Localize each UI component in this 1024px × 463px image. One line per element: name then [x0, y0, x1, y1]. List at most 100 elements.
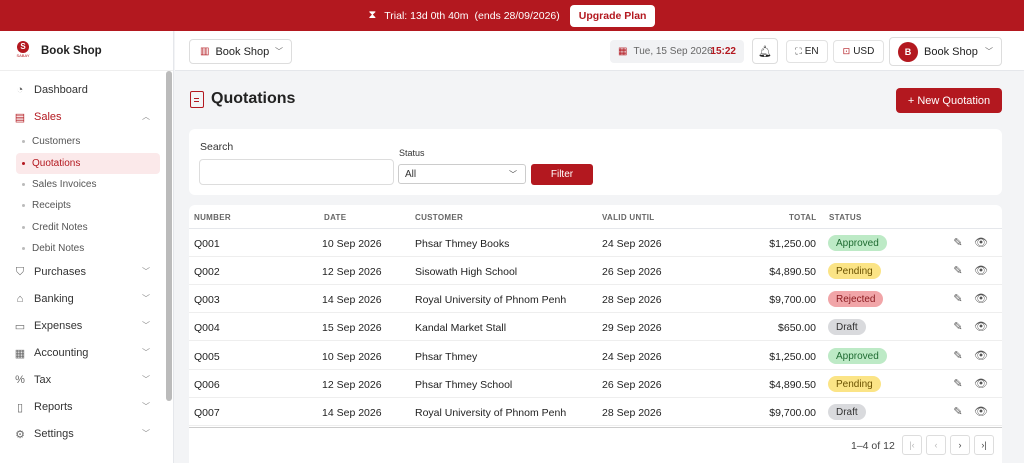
notifications-button[interactable]: 🔔︎: [752, 38, 778, 64]
status-badge: Approved: [828, 235, 887, 251]
hourglass-icon: ⧗: [368, 9, 377, 21]
percent-icon: %: [15, 374, 25, 386]
document-icon: [190, 90, 204, 108]
sidebar-sub-quotations[interactable]: Quotations: [16, 153, 160, 174]
sidebar-item-reports[interactable]: ▯ Reports ﹀: [6, 396, 160, 418]
sidebar-item-purchases[interactable]: ⛉ Purchases ﹀: [6, 261, 160, 283]
view-icon[interactable]: 👁︎: [974, 291, 988, 305]
quotations-table: NUMBER DATE CUSTOMER VALID UNTIL TOTAL S…: [189, 205, 1002, 463]
sidebar-item-sales[interactable]: ▤ Sales ︿: [6, 106, 160, 128]
last-page-button[interactable]: ›|: [974, 435, 994, 455]
new-quotation-button[interactable]: + New Quotation: [896, 88, 1002, 113]
store-icon: ▥: [200, 46, 210, 57]
status-badge: Draft: [828, 404, 866, 420]
col-status[interactable]: STATUS: [829, 213, 862, 222]
filter-panel: Search Status All ﹀ Filter: [189, 129, 1002, 195]
status-badge: Draft: [828, 319, 866, 335]
sidebar-sub-sales-invoices[interactable]: Sales Invoices: [16, 174, 160, 195]
page-title: Quotations: [190, 90, 295, 108]
prev-page-button[interactable]: ‹: [926, 435, 946, 455]
chevron-down-icon: ﹀: [142, 348, 150, 357]
currency-selector[interactable]: ⊡ USD: [833, 40, 884, 63]
status-badge: Approved: [828, 348, 887, 364]
dashboard-icon: ◔: [16, 84, 24, 96]
view-icon[interactable]: 👁︎: [974, 235, 988, 249]
sidebar-sub-receipts[interactable]: Receipts: [16, 195, 160, 216]
status-badge: Pending: [828, 376, 881, 392]
status-select[interactable]: All ﹀: [398, 164, 526, 184]
sidebar-item-dashboard[interactable]: ◔ Dashboard: [6, 79, 160, 101]
user-name: Book Shop: [924, 45, 978, 58]
language-selector[interactable]: ⛶ EN: [786, 40, 828, 63]
table-row[interactable]: Q006 12 Sep 2026 Phsar Thmey School 26 S…: [189, 370, 1002, 398]
first-page-button[interactable]: |‹: [902, 435, 922, 455]
edit-icon[interactable]: ✎: [951, 235, 965, 249]
sidebar: S SABAY Book Shop ◔ Dashboard ▤ Sales ︿ …: [0, 31, 174, 463]
table-row[interactable]: Q001 10 Sep 2026 Phsar Thmey Books 24 Se…: [189, 229, 1002, 257]
status-badge: Pending: [828, 263, 881, 279]
edit-icon[interactable]: ✎: [951, 404, 965, 418]
col-number[interactable]: NUMBER: [194, 213, 231, 222]
edit-icon[interactable]: ✎: [951, 319, 965, 333]
view-icon[interactable]: 👁︎: [974, 376, 988, 390]
sidebar-sub-customers[interactable]: Customers: [16, 131, 160, 152]
chevron-down-icon: ﹀: [142, 267, 150, 276]
table-row[interactable]: Q007 14 Sep 2026 Royal University of Phn…: [189, 398, 1002, 426]
col-date[interactable]: DATE: [324, 213, 346, 222]
search-input[interactable]: [199, 159, 394, 185]
chevron-down-icon: ﹀: [142, 375, 150, 384]
shop-selector[interactable]: ▥ Book Shop ﹀: [189, 39, 292, 64]
current-time: 15:22: [710, 46, 736, 57]
col-total[interactable]: TOTAL: [789, 213, 816, 222]
logo: S SABAY: [16, 40, 30, 58]
trial-text: Trial: 13d 0th 40m: [384, 9, 469, 22]
chevron-down-icon: ﹀: [985, 47, 993, 56]
edit-icon[interactable]: ✎: [951, 263, 965, 277]
table-divider: [189, 427, 1002, 428]
chevron-down-icon: ﹀: [142, 402, 150, 411]
table-row[interactable]: Q002 12 Sep 2026 Sisowath High School 26…: [189, 257, 1002, 285]
view-icon[interactable]: 👁︎: [974, 319, 988, 333]
chevron-down-icon: ﹀: [509, 169, 517, 179]
view-icon[interactable]: 👁︎: [974, 263, 988, 277]
table-row[interactable]: Q005 10 Sep 2026 Phsar Thmey 24 Sep 2026…: [189, 342, 1002, 370]
sidebar-item-expenses[interactable]: ▭ Expenses ﹀: [6, 315, 160, 337]
sidebar-scrollbar[interactable]: [166, 71, 172, 401]
sidebar-item-settings[interactable]: ⚙ Settings ﹀: [6, 423, 160, 445]
chevron-down-icon: ﹀: [275, 47, 283, 56]
trial-banner: ⧗ Trial: 13d 0th 40m (ends 28/09/2026) U…: [0, 0, 1024, 31]
sidebar-item-banking[interactable]: ⌂ Banking ﹀: [6, 288, 160, 310]
edit-icon[interactable]: ✎: [951, 348, 965, 362]
chevron-down-icon: ﹀: [142, 321, 150, 330]
user-menu[interactable]: B Book Shop ﹀: [889, 37, 1002, 66]
sidebar-item-tax[interactable]: % Tax ﹀: [6, 369, 160, 391]
wallet-icon: ▭: [14, 320, 26, 333]
chevron-up-icon: ︿: [142, 112, 150, 121]
table-row[interactable]: Q004 15 Sep 2026 Kandal Market Stall 29 …: [189, 313, 1002, 341]
edit-icon[interactable]: ✎: [951, 291, 965, 305]
brand[interactable]: S SABAY Book Shop: [0, 31, 173, 71]
sidebar-sub-credit-notes[interactable]: Credit Notes: [16, 217, 160, 238]
bag-icon: ⛉: [15, 265, 25, 278]
filter-button[interactable]: Filter: [531, 164, 593, 185]
col-customer[interactable]: CUSTOMER: [415, 213, 463, 222]
status-label: Status: [399, 148, 425, 158]
receipt-icon: ▤: [14, 111, 26, 124]
table-row[interactable]: Q003 14 Sep 2026 Royal University of Phn…: [189, 285, 1002, 313]
next-page-button[interactable]: ›: [950, 435, 970, 455]
gear-icon: ⚙: [15, 428, 25, 441]
chevron-down-icon: ﹀: [142, 294, 150, 303]
calendar-icon: ▦: [618, 46, 628, 57]
view-icon[interactable]: 👁︎: [974, 348, 988, 362]
brand-name: Book Shop: [41, 44, 102, 57]
topbar: ▥ Book Shop ﹀ ▦ Tue, 15 Sep 2026 15:22 🔔…: [175, 31, 1024, 71]
sidebar-sub-debit-notes[interactable]: Debit Notes: [16, 238, 160, 259]
sidebar-item-accounting[interactable]: ▦ Accounting ﹀: [6, 342, 160, 364]
avatar: B: [898, 41, 918, 62]
edit-icon[interactable]: ✎: [951, 376, 965, 390]
view-icon[interactable]: 👁︎: [974, 404, 988, 418]
status-badge: Rejected: [828, 291, 884, 307]
col-valid-until[interactable]: VALID UNTIL: [602, 213, 654, 222]
ledger-icon: ▦: [14, 347, 26, 360]
upgrade-plan-button[interactable]: Upgrade Plan: [569, 4, 656, 27]
